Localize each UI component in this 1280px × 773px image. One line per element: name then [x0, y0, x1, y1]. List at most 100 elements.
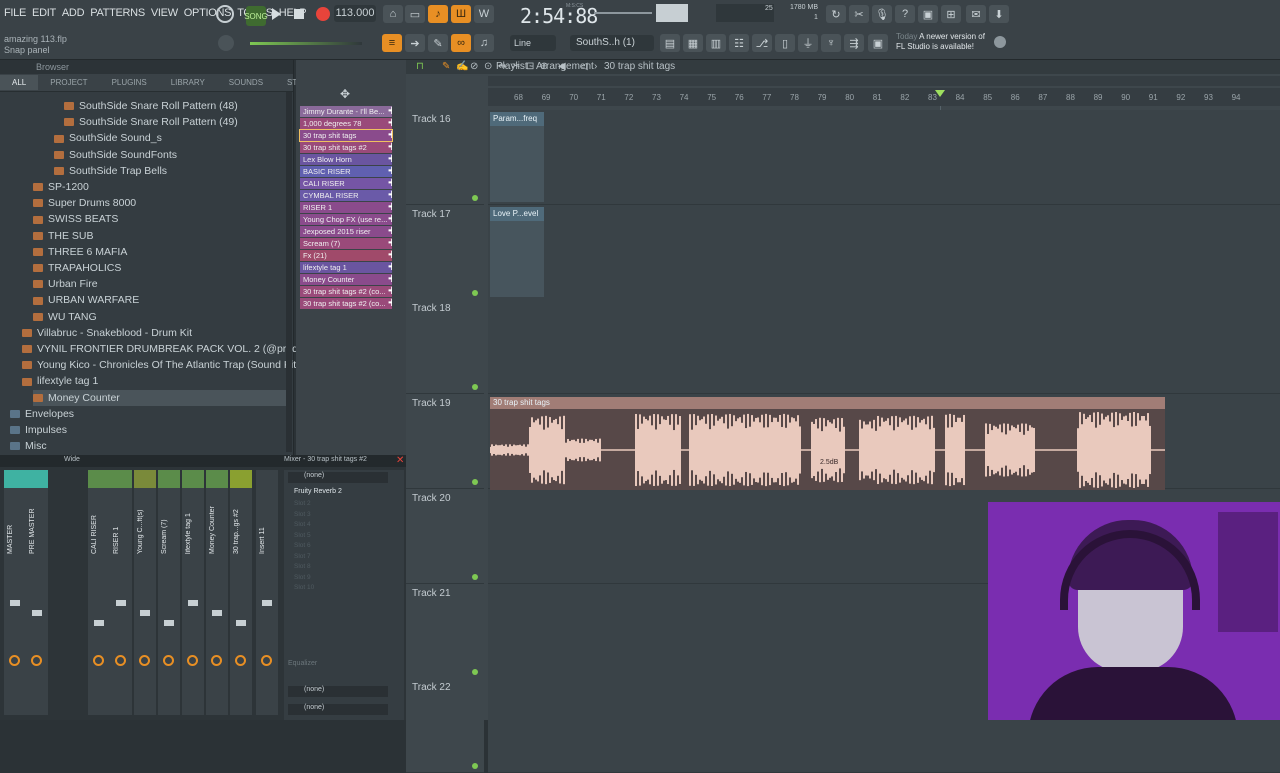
volume-fader[interactable] [236, 620, 246, 626]
mixer-strip[interactable]: MASTER [4, 470, 26, 715]
mixer-strip[interactable]: Scream (7) [158, 470, 180, 715]
track-enable-icon[interactable] [472, 195, 478, 201]
channel-row[interactable]: 30 trap shit tags #2 (co...✚ [300, 298, 392, 309]
volume-fader[interactable] [212, 610, 222, 616]
news-panel[interactable]: Today A newer version of FL Studio is av… [896, 32, 996, 52]
channel-add-icon[interactable]: ✚ [388, 118, 392, 129]
volume-fader[interactable] [262, 600, 272, 606]
mixer-strip[interactable]: 30 trap...gs #2 [230, 470, 252, 715]
play-button[interactable] [272, 8, 281, 20]
channel-add-icon[interactable]: ✚ [388, 286, 392, 297]
tab-project[interactable]: PROJECT [38, 78, 99, 87]
track-lane[interactable] [488, 204, 1280, 300]
news-feed-icon[interactable]: ▣ [868, 34, 888, 52]
volume-fader[interactable] [10, 600, 20, 606]
project-info-icon[interactable]: ♆ [821, 34, 841, 52]
mic-icon[interactable]: 🎙 [872, 5, 892, 23]
output-select[interactable]: (none) [288, 686, 388, 697]
channel-add-icon[interactable]: ✚ [388, 262, 392, 273]
record-button[interactable] [316, 7, 330, 21]
track-header[interactable]: Track 16 [406, 110, 484, 205]
effect-slot[interactable]: Slot 9 [294, 574, 388, 584]
browser-item[interactable]: lifextyle tag 1 [22, 373, 286, 389]
tab-sounds[interactable]: SOUNDS [217, 78, 275, 87]
track-enable-icon[interactable] [472, 384, 478, 391]
plugin-picker-icon[interactable]: ⎇ [752, 34, 772, 52]
track-enable-icon[interactable] [472, 668, 478, 675]
news-settings-icon[interactable] [994, 36, 1006, 48]
browser-item[interactable]: WU TANG [33, 309, 286, 325]
volume-fader[interactable] [94, 620, 104, 626]
track-enable-icon[interactable] [472, 289, 478, 296]
browser-item[interactable]: URBAN WARFARE [33, 292, 286, 308]
add-icon[interactable]: ✥ [340, 87, 350, 101]
channel-add-icon[interactable]: ✚ [388, 130, 392, 141]
track-header[interactable]: Track 21 [406, 583, 484, 679]
playlist-icon[interactable]: ≡ [382, 34, 402, 52]
mixer-strip[interactable]: Insert 11 [256, 470, 278, 715]
master-volume-knob[interactable] [218, 35, 234, 51]
menu-view[interactable]: VIEW [151, 7, 178, 19]
mute-tool-icon[interactable]: ⊙ [484, 60, 492, 74]
effect-slot[interactable]: Slot 3 [294, 511, 388, 521]
refresh-icon[interactable]: ↻ [826, 5, 846, 23]
channel-add-icon[interactable]: ✚ [388, 250, 392, 261]
pan-knob[interactable] [187, 655, 198, 666]
browser-item[interactable]: THREE 6 MAFIA [33, 244, 286, 260]
paint-tool-icon[interactable]: ✍ [456, 60, 468, 74]
browser-item[interactable]: TRAPAHOLICS [33, 260, 286, 276]
channel-add-icon[interactable]: ✚ [388, 202, 392, 213]
channel-row[interactable]: Money Counter ✚ [300, 274, 392, 285]
playlist-scrollbar[interactable] [488, 76, 1280, 86]
audio-clip[interactable]: 30 trap shit tags 2.5dB [490, 397, 1165, 490]
master-volume-slider[interactable] [250, 42, 362, 45]
pan-knob[interactable] [31, 655, 42, 666]
effect-slot[interactable]: Slot 7 [294, 553, 388, 563]
effect-slot[interactable]: Slot 10 [294, 584, 388, 594]
channel-row[interactable]: CYMBAL RISER ✚ [300, 190, 392, 201]
channel-row[interactable]: Young Chop FX (use re...✚ [300, 214, 392, 225]
track-header[interactable]: Track 18 [406, 299, 484, 395]
volume-fader[interactable] [164, 620, 174, 626]
channel-add-icon[interactable]: ✚ [388, 190, 392, 201]
channel-row[interactable]: CALI RISER ✚ [300, 178, 392, 189]
mixer-strip[interactable]: Money Counter [206, 470, 228, 715]
channel-rack-icon[interactable]: ▥ [706, 34, 726, 52]
step-edit-icon[interactable]: W [474, 5, 494, 23]
channel-row[interactable]: Jexposed 2015 riser ✚ [300, 226, 392, 237]
track-lane[interactable] [488, 299, 1280, 395]
tempo-tapper-icon[interactable]: ⇶ [844, 34, 864, 52]
piano-roll-icon[interactable]: ▦ [683, 34, 703, 52]
menu-patterns[interactable]: PATTERNS [90, 7, 145, 19]
automation-clip-param[interactable]: Param...freq [490, 112, 544, 202]
track-header[interactable]: Track 17 [406, 204, 484, 300]
automation-clip-love[interactable]: Love P...evel [490, 207, 544, 297]
channel-add-icon[interactable]: ✚ [388, 142, 392, 153]
wait-input-icon[interactable]: ▭ [405, 5, 425, 23]
browser-item[interactable]: Misc [10, 438, 286, 454]
touch-keyboard-icon[interactable]: ⏚ [798, 34, 818, 52]
mixer-strip[interactable]: RISER 1 [110, 470, 132, 715]
effect-slot[interactable]: Slot 6 [294, 542, 388, 552]
mixer-strip[interactable]: CALI RISER [88, 470, 110, 715]
channel-row[interactable]: RISER 1 ✚ [300, 202, 392, 213]
master-pitch-slider[interactable] [594, 12, 652, 14]
track-enable-icon[interactable] [472, 479, 478, 486]
volume-fader[interactable] [116, 600, 126, 606]
browser-item[interactable]: Super Drums 8000 [33, 195, 286, 211]
menu-add[interactable]: ADD [62, 7, 85, 19]
mixer-close-icon[interactable]: ✕ [396, 455, 404, 466]
plugin-icon[interactable]: ⊞ [941, 5, 961, 23]
browser-scrollbar[interactable] [286, 92, 292, 452]
song-mode-toggle[interactable]: SONG [244, 6, 268, 26]
channel-row[interactable]: Jimmy Durante - I'll Be...✚ [300, 106, 392, 117]
pan-knob[interactable] [93, 655, 104, 666]
track-enable-icon[interactable] [472, 763, 478, 770]
effect-slot[interactable]: Slot 4 [294, 521, 388, 531]
tab-plugins[interactable]: PLUGINS [100, 78, 159, 87]
mixer-cut-icon[interactable]: ✂ [849, 5, 869, 23]
pan-knob[interactable] [9, 655, 20, 666]
timeline-ruler[interactable]: 68 69 70 71 72 73 74 75 76 77 78 79 80 81 82 83 84 85 86 87… [488, 88, 1280, 106]
tempo-display[interactable]: 113.000 [334, 5, 376, 22]
browser-item[interactable]: VYNIL FRONTIER DRUMBREAK PACK VOL. 2 (@p… [22, 341, 359, 357]
